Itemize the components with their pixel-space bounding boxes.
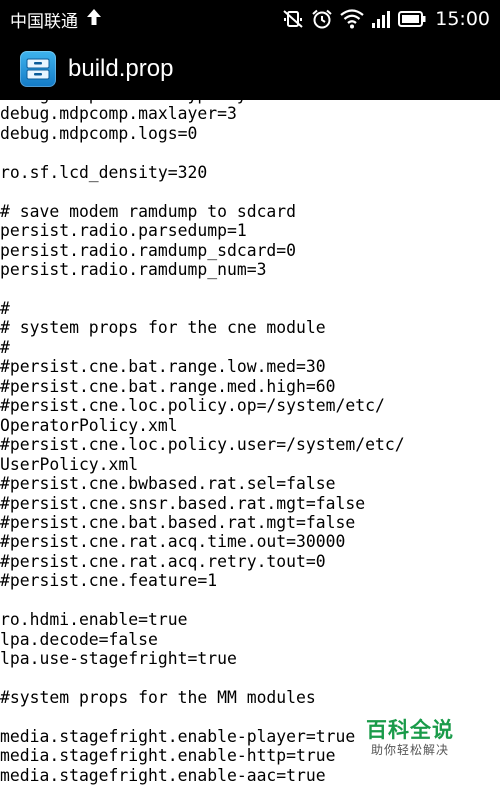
file-line: #persist.cne.rat.acq.retry.tout=0 [0,551,326,571]
clock: 15:00 [435,8,490,30]
status-right: 15:00 [282,8,490,30]
carrier-label: 中国联通 [10,11,78,32]
battery-icon [398,10,426,28]
file-line: UserPolicy.xml [0,454,139,474]
status-bar: 中国联通 15:00 [0,0,500,38]
alarm-icon [311,9,333,29]
file-line: persist.radio.ramdump_num=3 [0,260,267,280]
file-cabinet-icon[interactable] [20,51,56,87]
file-line: debug.composition.type=dyn [0,100,257,104]
file-line: #persist.cne.loc.policy.op=/system/etc/ [0,396,385,416]
file-line: media.stagefright.enable-aac=true [0,765,326,785]
app-bar: build.prop [0,38,500,100]
file-line: persist.radio.parsedump=1 [0,221,247,241]
file-line: media.stagefright.enable-http=true [0,746,336,766]
file-line: # save modem ramdump to sdcard [0,201,297,221]
file-line: ro.sf.lcd_density=320 [0,162,208,182]
file-line: #persist.cne.bat.range.low.med=30 [0,357,326,377]
file-line: OperatorPolicy.xml [0,415,178,435]
file-line: #persist.cne.bat.range.med.high=60 [0,376,336,396]
file-line: #persist.cne.feature=1 [0,571,218,591]
file-line: #system props for the MM modules [0,688,316,708]
mute-icon [282,9,304,29]
file-line: #persist.cne.loc.policy.user=/system/etc… [0,435,405,455]
file-line: # [0,298,10,318]
file-line: #persist.cne.snsr.based.rat.mgt=false [0,493,366,513]
signal-icon [371,9,391,29]
file-line: lpa.decode=false [0,629,158,649]
file-line: # [0,337,10,357]
status-left: 中国联通 [10,7,102,32]
file-line: lpa.use-stagefright=true [0,649,237,669]
file-content-view[interactable]: debug.composition.type=dyn debug.mdpcomp… [0,100,500,790]
file-line: debug.mdpcomp.maxlayer=3 [0,104,237,124]
upload-arrow-icon [86,8,102,30]
file-line: #persist.cne.rat.acq.time.out=30000 [0,532,346,552]
page-title: build.prop [68,55,174,82]
file-line: persist.radio.ramdump_sdcard=0 [0,240,297,260]
wifi-icon [340,9,364,29]
file-line: ro.hdmi.enable=true [0,610,188,630]
file-line: #persist.cne.bat.based.rat.mgt=false [0,512,356,532]
file-line: media.stagefright.enable-player=true [0,726,356,746]
file-text[interactable]: debug.composition.type=dyn debug.mdpcomp… [0,100,405,785]
file-line: # system props for the cne module [0,318,326,338]
file-line: debug.mdpcomp.logs=0 [0,123,198,143]
file-line: #persist.cne.bwbased.rat.sel=false [0,474,336,494]
